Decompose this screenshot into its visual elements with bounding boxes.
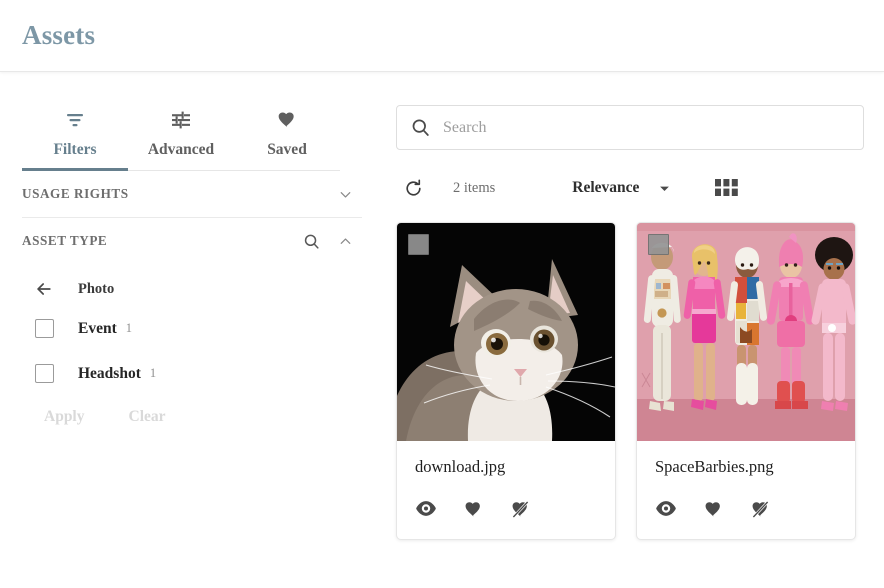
- search-input[interactable]: [443, 118, 863, 137]
- filter-tabs: Filters Advanced Saved: [22, 97, 340, 171]
- asset-thumbnail-cat-photo[interactable]: [397, 223, 615, 441]
- chevron-down-icon[interactable]: [328, 186, 362, 203]
- facet-label-event: Event: [78, 319, 117, 337]
- facet-search-icon[interactable]: [294, 232, 328, 251]
- app-header: Assets: [0, 0, 884, 72]
- asset-type-header[interactable]: ASSET TYPE: [22, 218, 362, 264]
- asset-card-body: SpaceBarbies.png: [637, 441, 855, 539]
- filter-section-asset-type: ASSET TYPE Photo Event 1 Headshot 1 Appl…: [22, 218, 362, 438]
- tab-advanced[interactable]: Advanced: [128, 97, 234, 170]
- facet-row-event[interactable]: Event 1: [22, 306, 362, 351]
- asset-select-checkbox[interactable]: [408, 234, 429, 255]
- asset-title: download.jpg: [415, 457, 506, 476]
- eye-icon[interactable]: [655, 500, 677, 519]
- main-body: Filters Advanced Saved USAGE RIGHTS ASSE…: [0, 72, 884, 588]
- asset-type-facet-body: Photo Event 1 Headshot 1 Apply Clear: [22, 264, 362, 438]
- facet-breadcrumb-label: Photo: [78, 280, 115, 297]
- tab-saved[interactable]: Saved: [234, 97, 340, 170]
- sort-dropdown-value: Relevance: [572, 179, 640, 196]
- asset-card-actions: [415, 500, 597, 519]
- heart-icon: [234, 107, 340, 133]
- usage-rights-title: USAGE RIGHTS: [22, 186, 129, 201]
- facet-label-headshot: Headshot: [78, 364, 141, 382]
- tab-advanced-label: Advanced: [147, 141, 215, 158]
- grid-view-icon[interactable]: [715, 179, 739, 197]
- arrow-left-icon[interactable]: [22, 279, 66, 299]
- results-pane: 2 items Relevance: [382, 72, 884, 588]
- asset-type-title: ASSET TYPE: [22, 233, 108, 248]
- asset-card-body: download.jpg: [397, 441, 615, 539]
- clear-button[interactable]: Clear: [129, 408, 166, 426]
- usage-rights-header[interactable]: USAGE RIGHTS: [22, 171, 362, 217]
- results-toolbar: 2 items Relevance: [396, 166, 864, 210]
- facet-count-headshot: 1: [149, 366, 157, 380]
- checkbox-box: [34, 364, 54, 383]
- heart-slash-icon[interactable]: [510, 500, 531, 519]
- asset-title: SpaceBarbies.png: [655, 457, 774, 476]
- checkbox-box: [34, 319, 54, 338]
- search-icon: [397, 117, 443, 138]
- asset-card[interactable]: SpaceBarbies.png: [636, 222, 856, 540]
- heart-icon[interactable]: [703, 500, 724, 519]
- refresh-icon[interactable]: [396, 178, 430, 199]
- facet-actions: Apply Clear: [22, 396, 362, 438]
- filter-icon: [22, 107, 128, 133]
- asset-select-checkbox[interactable]: [648, 234, 669, 255]
- chevron-up-icon[interactable]: [328, 233, 362, 250]
- facet-breadcrumb-photo[interactable]: Photo: [22, 272, 362, 306]
- apply-button[interactable]: Apply: [44, 408, 85, 426]
- facet-checkbox-headshot[interactable]: [22, 364, 66, 383]
- asset-card-actions: [655, 500, 837, 519]
- sort-dropdown[interactable]: Relevance: [572, 179, 672, 197]
- tab-saved-label: Saved: [267, 141, 307, 158]
- asset-card[interactable]: download.jpg: [396, 222, 616, 540]
- filter-section-usage-rights: USAGE RIGHTS: [22, 171, 362, 217]
- tab-filters-label: Filters: [53, 141, 97, 158]
- heart-slash-icon[interactable]: [750, 500, 771, 519]
- item-count: 2 items: [453, 179, 496, 196]
- asset-thumbnail-barbies-photo[interactable]: [637, 223, 855, 441]
- caret-down-icon: [657, 181, 672, 196]
- page-title: Assets: [22, 20, 96, 50]
- search-bar[interactable]: [396, 105, 864, 150]
- heart-icon[interactable]: [463, 500, 484, 519]
- tab-active-underline: [22, 168, 128, 171]
- facet-checkbox-event[interactable]: [22, 319, 66, 338]
- eye-icon[interactable]: [415, 500, 437, 519]
- asset-card-grid: download.jpg SpaceBarbies.png: [396, 222, 864, 540]
- facet-row-headshot[interactable]: Headshot 1: [22, 351, 362, 396]
- filters-sidebar: Filters Advanced Saved USAGE RIGHTS ASSE…: [0, 72, 382, 588]
- sliders-icon: [128, 107, 234, 133]
- tab-filters[interactable]: Filters: [22, 97, 128, 171]
- facet-count-event: 1: [125, 321, 132, 335]
